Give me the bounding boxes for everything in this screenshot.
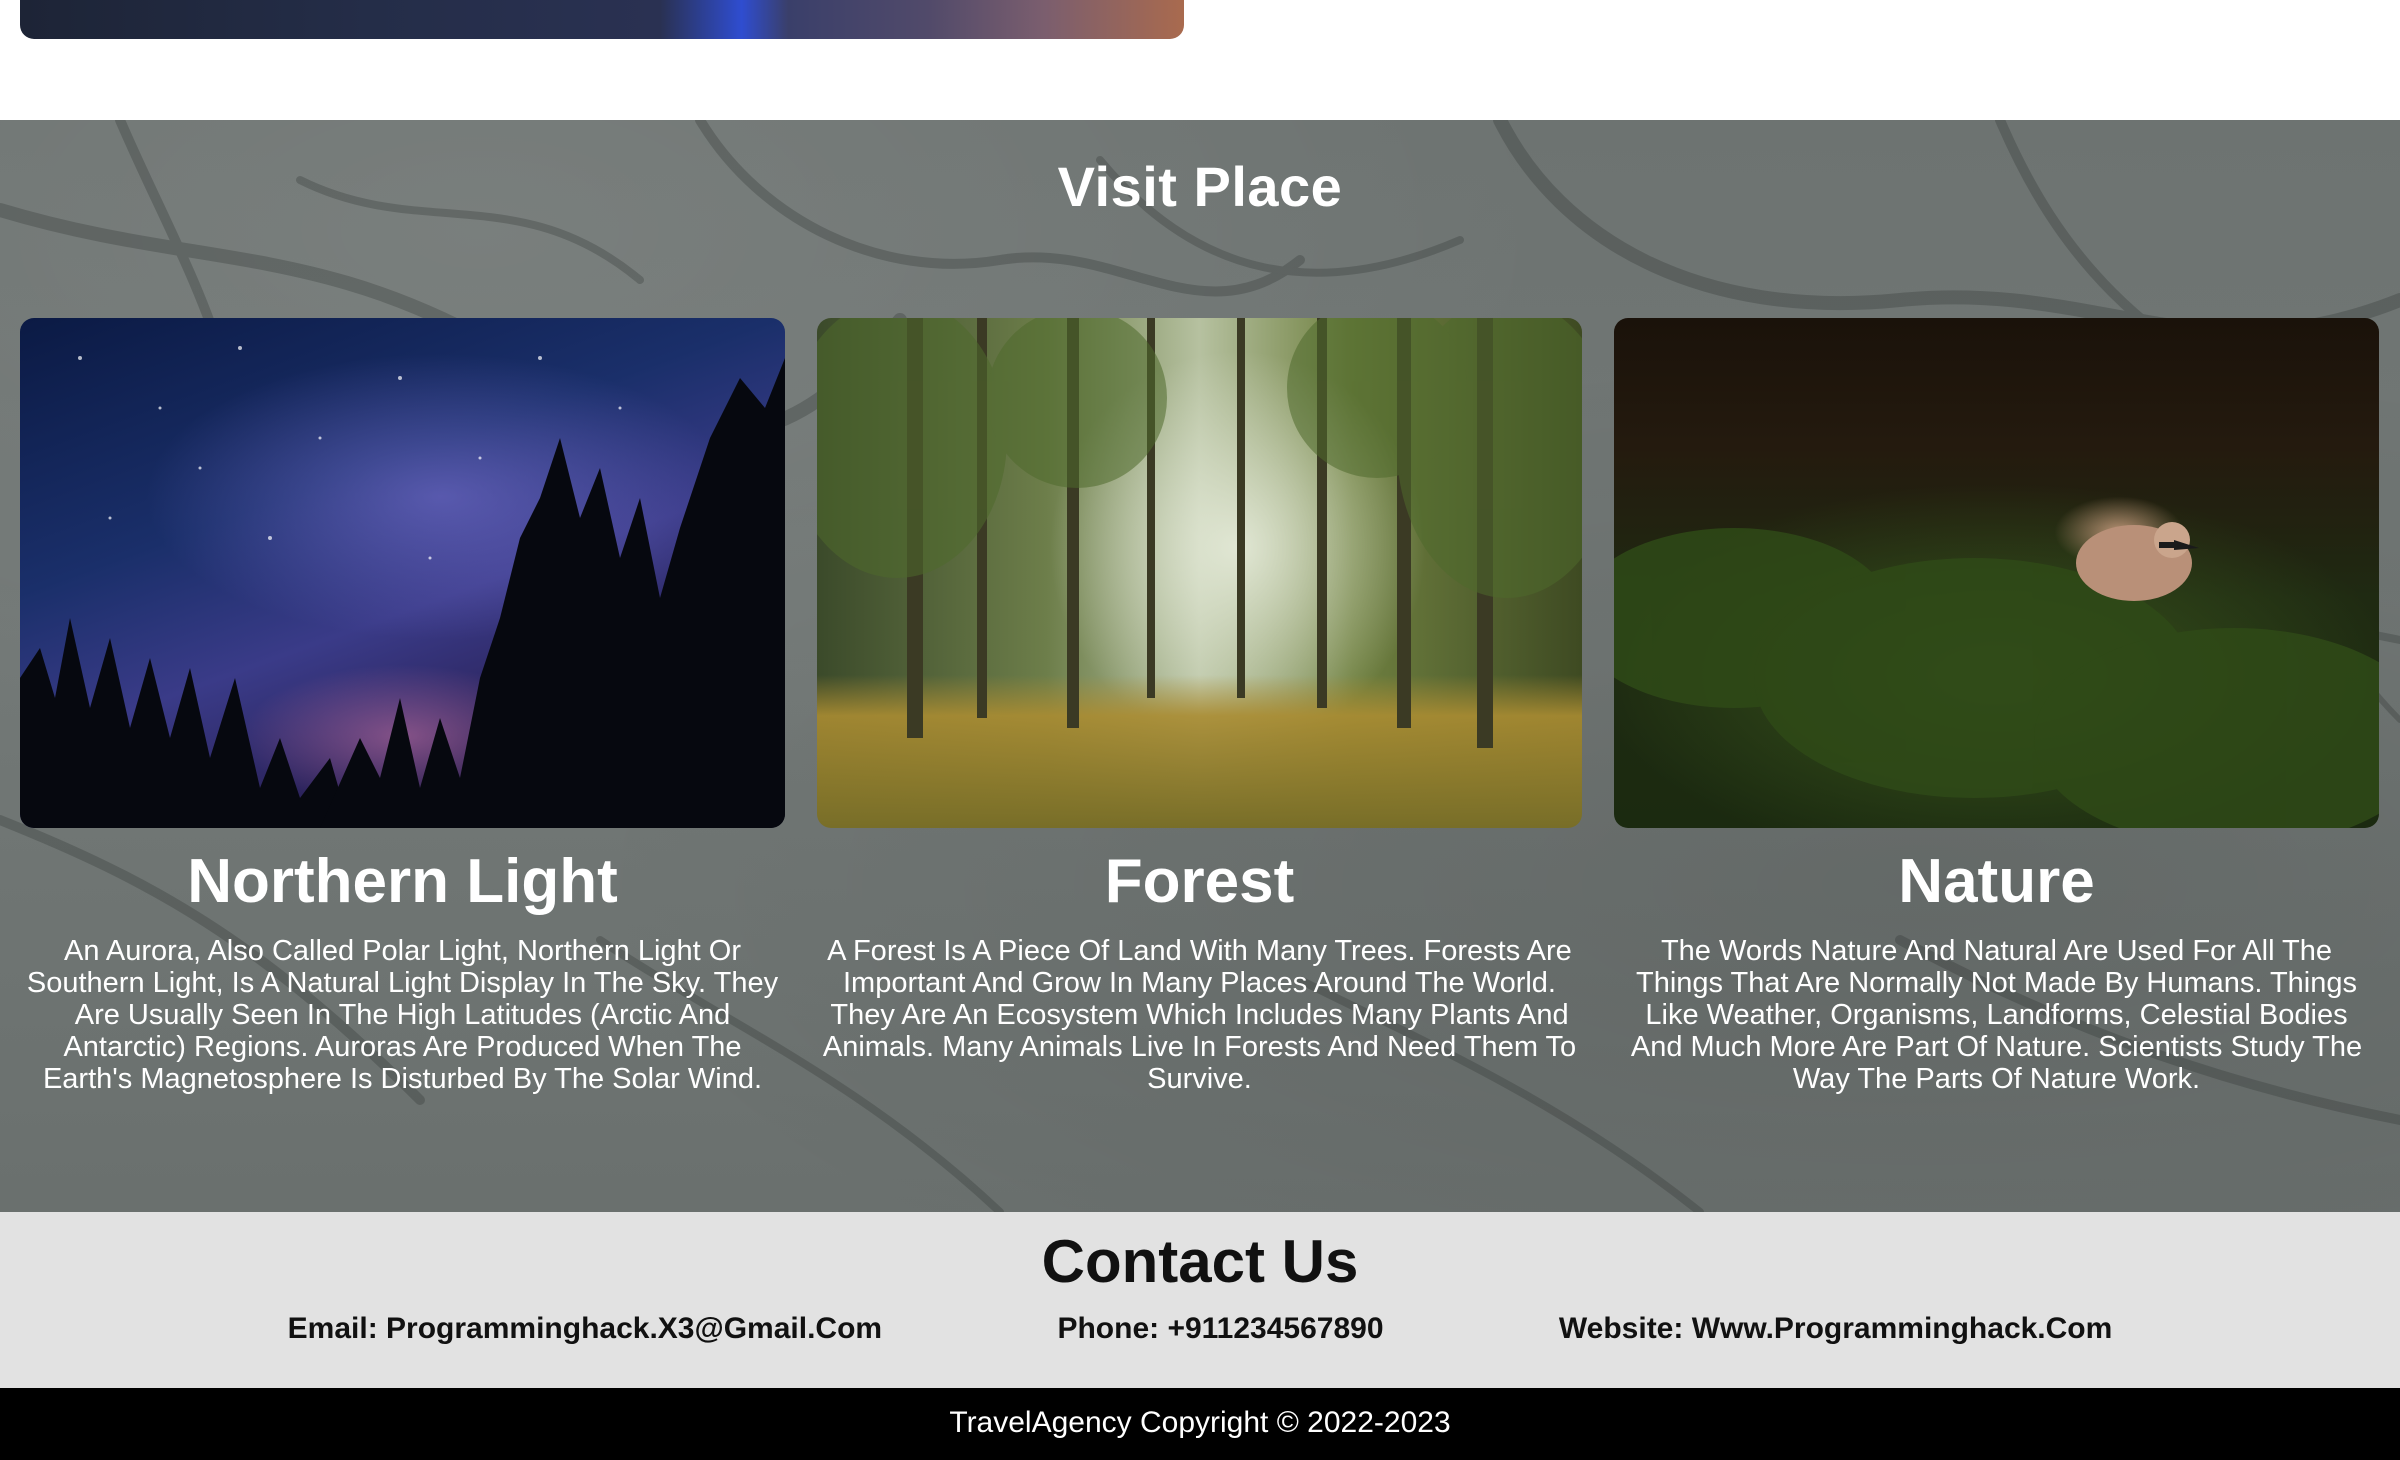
contact-title: Contact Us [1041,1228,1359,1295]
forest-trees-icon [817,318,1582,748]
card-description: The Words Nature And Natural Are Used Fo… [1630,935,2363,1096]
contact-details: Email: Programminghack.X3@Gmail.Com Phon… [200,1312,2200,1346]
place-cards: Northern Light An Aurora, Also Called Po… [20,318,2380,1095]
contact-section: Contact Us Email: Programminghack.X3@Gma… [0,1212,2400,1388]
copyright-text: TravelAgency Copyright © 2022-2023 [949,1406,1451,1439]
card-nature: Nature The Words Nature And Natural Are … [1614,318,2379,1095]
card-title: Northern Light [187,847,618,916]
card-northern-light: Northern Light An Aurora, Also Called Po… [20,318,785,1095]
top-strip [0,0,2400,120]
visit-place-section: Visit Place Northern Light An Aurora, Al… [0,120,2400,1212]
card-title: Nature [1898,847,2095,916]
contact-website: Website: Www.Programminghack.Com [1558,1312,2113,1345]
contact-email: Email: Programminghack.X3@Gmail.Com [287,1312,883,1345]
northern-light-image [20,318,785,828]
forest-image [817,318,1582,828]
card-description: An Aurora, Also Called Polar Light, Nort… [26,935,779,1096]
nature-image [1614,318,2379,828]
bird-icon [1614,522,2379,828]
footer: TravelAgency Copyright © 2022-2023 [0,1388,2400,1460]
section-title: Visit Place [1057,155,1343,218]
card-description: A Forest Is A Piece Of Land With Many Tr… [822,935,1577,1096]
tree-silhouette-icon [20,346,785,828]
contact-phone: Phone: +911234567890 [1057,1312,1384,1345]
hero-image-bottom-edge [20,0,1184,39]
card-forest: Forest A Forest Is A Piece Of Land With … [817,318,1582,1095]
card-title: Forest [1104,847,1295,916]
